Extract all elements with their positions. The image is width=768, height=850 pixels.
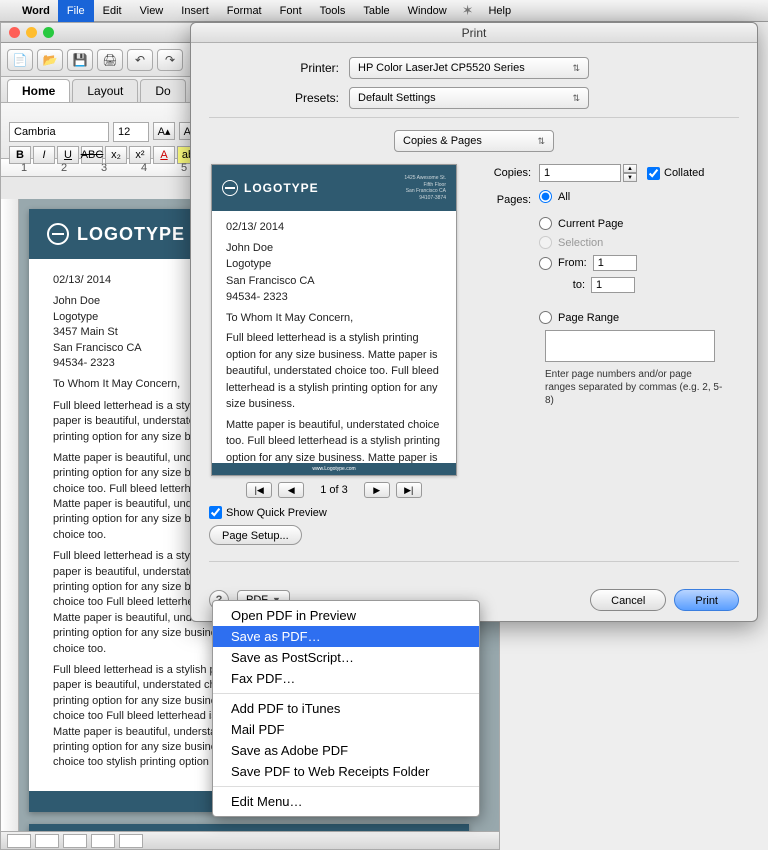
menubar: Word File Edit View Insert Format Font T… xyxy=(0,0,768,22)
preview-header-address: 1425 Awesome St.Fifth FloorSan Francisco… xyxy=(404,175,446,201)
pdf-menu-edit[interactable]: Edit Menu… xyxy=(213,791,479,812)
app-name[interactable]: Word xyxy=(14,5,58,17)
show-quick-preview-checkbox[interactable]: Show Quick Preview xyxy=(209,506,459,519)
menu-edit[interactable]: Edit xyxy=(94,0,131,22)
menu-separator xyxy=(213,786,479,787)
pdf-menu-open-preview[interactable]: Open PDF in Preview xyxy=(213,605,479,626)
preview-page: LOGOTYPE 1425 Awesome St.Fifth FloorSan … xyxy=(211,164,457,476)
pdf-menu-fax[interactable]: Fax PDF… xyxy=(213,668,479,689)
new-doc-icon[interactable]: 📄 xyxy=(7,49,33,71)
script-menu-icon[interactable]: ✶ xyxy=(462,2,474,19)
zoom-icon[interactable] xyxy=(43,27,54,38)
view-focus-icon[interactable] xyxy=(119,834,143,848)
prev-page-button[interactable]: ◀ xyxy=(278,482,304,498)
font-name-input[interactable] xyxy=(9,122,109,142)
view-print-layout-icon[interactable] xyxy=(7,834,31,848)
pages-selection-radio: Selection xyxy=(539,236,739,249)
close-icon[interactable] xyxy=(9,27,20,38)
view-publishing-icon[interactable] xyxy=(63,834,87,848)
print-options: Copies: ▲▼ Collated Pages: All Current P… xyxy=(473,164,739,545)
menu-insert[interactable]: Insert xyxy=(172,0,218,22)
to-label: to: xyxy=(557,279,585,291)
pdf-menu-save-as-pdf[interactable]: Save as PDF… xyxy=(213,626,479,647)
menu-file[interactable]: File xyxy=(58,0,94,22)
open-icon[interactable]: 📂 xyxy=(37,49,63,71)
pdf-menu-itunes[interactable]: Add PDF to iTunes xyxy=(213,698,479,719)
from-input[interactable] xyxy=(593,255,637,271)
chevron-down-icon[interactable]: ▼ xyxy=(623,173,637,182)
menu-window[interactable]: Window xyxy=(399,0,456,22)
page-indicator: 1 of 3 xyxy=(320,484,348,496)
menu-view[interactable]: View xyxy=(131,0,173,22)
undo-icon[interactable]: ↶ xyxy=(127,49,153,71)
save-icon[interactable]: 💾 xyxy=(67,49,93,71)
presets-select[interactable]: Default Settings⇅ xyxy=(349,87,589,109)
redo-icon[interactable]: ↷ xyxy=(157,49,183,71)
pages-label: Pages: xyxy=(477,194,531,206)
quick-preview-input[interactable] xyxy=(209,506,222,519)
word-statusbar xyxy=(1,831,499,849)
copies-label: Copies: xyxy=(477,167,531,179)
logo-text: LOGOTYPE xyxy=(77,224,185,245)
tab-layout[interactable]: Layout xyxy=(72,79,138,102)
print-icon[interactable]: 🖨 xyxy=(97,49,123,71)
preview-footer: www.Logotype.com xyxy=(212,463,456,475)
pdf-menu-save-postscript[interactable]: Save as PostScript… xyxy=(213,647,479,668)
print-button[interactable]: Print xyxy=(674,589,739,611)
menu-tools[interactable]: Tools xyxy=(311,0,355,22)
tab-home[interactable]: Home xyxy=(7,79,70,102)
grow-font-icon[interactable]: A▴ xyxy=(153,122,175,140)
menu-help[interactable]: Help xyxy=(479,0,520,22)
menu-table[interactable]: Table xyxy=(354,0,398,22)
vertical-ruler[interactable] xyxy=(1,199,19,831)
chevron-updown-icon: ⇅ xyxy=(572,93,580,104)
page-range-radio[interactable]: Page Range xyxy=(539,311,739,324)
menu-font[interactable]: Font xyxy=(271,0,311,22)
last-page-button[interactable]: ▶| xyxy=(396,482,422,498)
chevron-up-icon[interactable]: ▲ xyxy=(623,164,637,173)
chevron-updown-icon: ⇅ xyxy=(572,63,580,74)
pages-all-radio[interactable]: All xyxy=(539,190,570,203)
logo-text: LOGOTYPE xyxy=(244,181,319,195)
print-dialog: Print Printer: HP Color LaserJet CP5520 … xyxy=(190,22,758,622)
printer-select[interactable]: HP Color LaserJet CP5520 Series⇅ xyxy=(349,57,589,79)
pages-from-radio[interactable]: From: xyxy=(539,255,739,271)
menu-format[interactable]: Format xyxy=(218,0,271,22)
chevron-updown-icon: ⇅ xyxy=(537,136,545,147)
to-input[interactable] xyxy=(591,277,635,293)
next-page-button[interactable]: ▶ xyxy=(364,482,390,498)
preview-nav: |◀ ◀ 1 of 3 ▶ ▶| xyxy=(209,482,459,498)
font-size-input[interactable] xyxy=(113,122,149,142)
pdf-menu-web-receipts[interactable]: Save PDF to Web Receipts Folder xyxy=(213,761,479,782)
printer-label: Printer: xyxy=(209,61,349,75)
menu-separator xyxy=(213,693,479,694)
collated-checkbox[interactable]: Collated xyxy=(647,167,704,180)
cancel-button[interactable]: Cancel xyxy=(590,589,666,611)
page-range-hint: Enter page numbers and/or page ranges se… xyxy=(545,368,725,407)
pdf-dropdown-menu: Open PDF in Preview Save as PDF… Save as… xyxy=(212,600,480,817)
pdf-menu-adobe[interactable]: Save as Adobe PDF xyxy=(213,740,479,761)
collated-input[interactable] xyxy=(647,167,660,180)
letterhead-header: LOGOTYPE xyxy=(29,824,469,831)
pdf-menu-mail[interactable]: Mail PDF xyxy=(213,719,479,740)
copies-input[interactable] xyxy=(539,164,621,182)
print-panel-select[interactable]: Copies & Pages⇅ xyxy=(394,130,554,152)
presets-label: Presets: xyxy=(209,91,349,105)
document-page-2[interactable]: LOGOTYPE xyxy=(29,824,469,831)
divider xyxy=(209,561,739,562)
page-setup-button[interactable]: Page Setup... xyxy=(209,525,302,545)
divider xyxy=(209,117,739,118)
dialog-title: Print xyxy=(191,23,757,43)
tab-document[interactable]: Do xyxy=(140,79,185,102)
first-page-button[interactable]: |◀ xyxy=(246,482,272,498)
print-preview-pane: LOGOTYPE 1425 Awesome St.Fifth FloorSan … xyxy=(209,164,459,545)
view-outline-icon[interactable] xyxy=(35,834,59,848)
pages-current-radio[interactable]: Current Page xyxy=(539,217,739,230)
page-range-input[interactable] xyxy=(545,330,715,362)
minimize-icon[interactable] xyxy=(26,27,37,38)
logo-icon xyxy=(222,180,238,196)
view-notebook-icon[interactable] xyxy=(91,834,115,848)
logo-icon xyxy=(47,223,69,245)
copies-stepper[interactable]: ▲▼ xyxy=(623,164,637,182)
